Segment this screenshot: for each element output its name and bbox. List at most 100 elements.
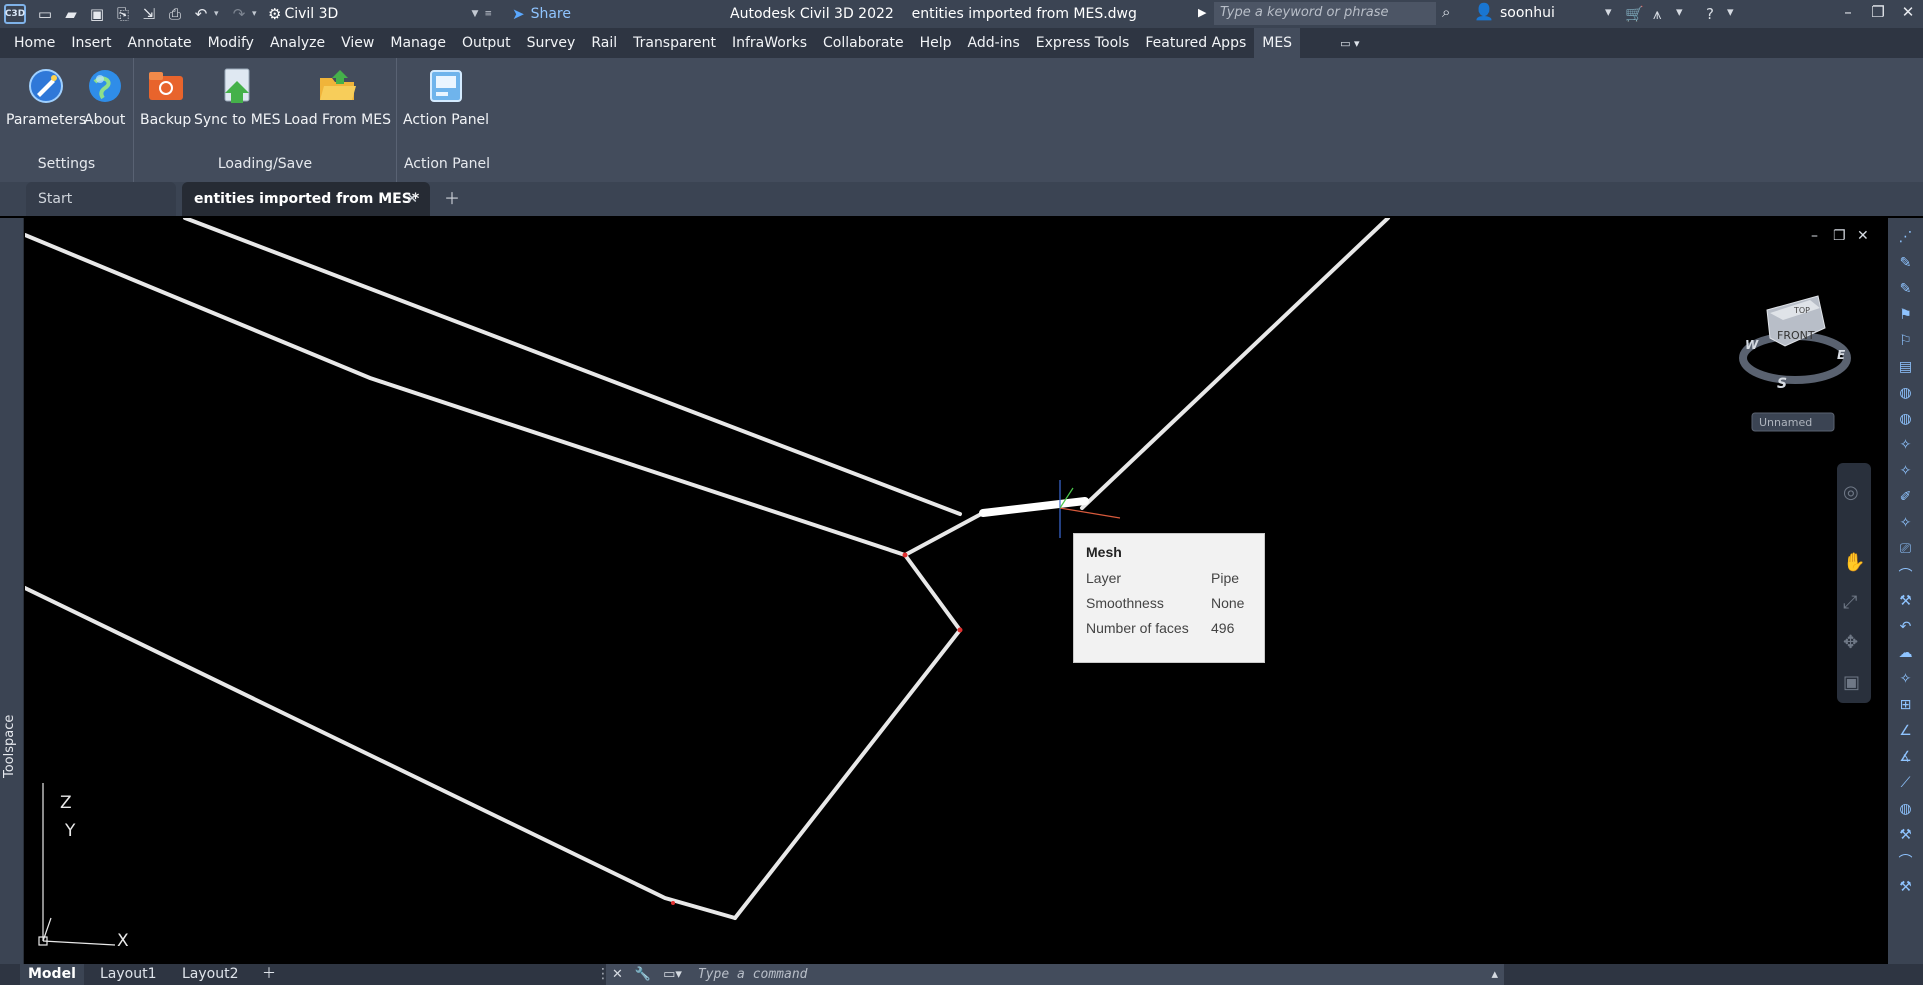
tab-output[interactable]: Output bbox=[454, 28, 519, 58]
chevron-down-icon[interactable]: ▾ bbox=[1676, 5, 1683, 20]
redo-icon[interactable]: ↷ bbox=[226, 3, 252, 25]
tab-transparent[interactable]: Transparent bbox=[625, 28, 724, 58]
cart-icon[interactable]: 🛒 bbox=[1625, 5, 1644, 23]
tool-icon[interactable]: ⋰ bbox=[1895, 224, 1917, 250]
pipe-segment[interactable] bbox=[1080, 218, 1390, 510]
viewport-close-icon[interactable]: ✕ bbox=[1857, 228, 1869, 244]
load-from-mes-button[interactable]: Load From MES bbox=[284, 66, 391, 128]
wrench-icon[interactable]: 🔧 bbox=[629, 967, 657, 982]
redo-dropdown-icon[interactable]: ▾ bbox=[252, 9, 264, 19]
tool-icon[interactable]: ⚒ bbox=[1895, 822, 1917, 848]
parameters-button[interactable]: Parameters bbox=[6, 66, 86, 128]
undo-icon[interactable]: ↶ bbox=[188, 3, 214, 25]
pipe-segment[interactable] bbox=[903, 553, 962, 632]
tab-layout1[interactable]: Layout1 bbox=[100, 964, 157, 985]
tab-add-ins[interactable]: Add-ins bbox=[960, 28, 1028, 58]
pan-icon[interactable]: ✋ bbox=[1843, 551, 1865, 573]
save-icon[interactable]: ▣ bbox=[84, 3, 110, 25]
tab-start[interactable]: Start bbox=[26, 182, 176, 216]
zoom-icon[interactable]: ⤢ bbox=[1843, 592, 1858, 613]
chevron-down-icon[interactable]: ▾ bbox=[1605, 5, 1612, 20]
tab-manage[interactable]: Manage bbox=[382, 28, 454, 58]
share-button[interactable]: ➤ Share bbox=[512, 5, 571, 23]
tab-view[interactable]: View bbox=[333, 28, 382, 58]
cloud-icon[interactable]: ☁ bbox=[1895, 640, 1917, 666]
grid-icon[interactable]: ⊞ bbox=[1895, 692, 1917, 718]
command-input[interactable]: Type a command bbox=[688, 967, 1486, 982]
help-icon[interactable]: ? bbox=[1706, 5, 1714, 23]
tab-analyze[interactable]: Analyze bbox=[262, 28, 333, 58]
curve-icon[interactable]: ⌒ bbox=[1895, 848, 1917, 874]
pipe-segment[interactable] bbox=[25, 233, 907, 557]
viewport-minimize-icon[interactable]: – bbox=[1811, 228, 1818, 244]
viewport-restore-icon[interactable]: ❐ bbox=[1833, 228, 1846, 244]
globe-icon[interactable]: ◍ bbox=[1895, 406, 1917, 432]
edit-icon[interactable]: ✐ bbox=[1895, 484, 1917, 510]
export-icon[interactable]: ⇲ bbox=[136, 3, 162, 25]
backup-button[interactable]: Backup bbox=[140, 66, 191, 128]
qat-customize-icon[interactable]: ≡ bbox=[484, 9, 492, 19]
showmotion-icon[interactable]: ▣ bbox=[1843, 672, 1860, 693]
steering-wheel-icon[interactable]: ◎ bbox=[1843, 482, 1859, 503]
close-icon[interactable]: ✕ bbox=[1896, 3, 1920, 21]
viewcube-top-label[interactable]: TOP bbox=[1793, 306, 1810, 315]
open-file-icon[interactable]: ▰ bbox=[58, 3, 84, 25]
pipe-segment[interactable] bbox=[183, 218, 962, 516]
ribbon-minimize-toggle[interactable]: ▭ ▾ bbox=[1340, 37, 1359, 50]
camera-icon[interactable]: ⎚ bbox=[1895, 536, 1917, 562]
tab-model[interactable]: Model bbox=[20, 964, 84, 985]
action-panel-button[interactable]: Action Panel bbox=[403, 66, 489, 128]
pipe-segment[interactable] bbox=[25, 586, 737, 920]
search-icon[interactable]: ⌕ bbox=[1442, 3, 1450, 21]
line-icon[interactable]: ⟋ bbox=[1895, 770, 1917, 796]
user-icon[interactable]: 👤 bbox=[1474, 2, 1494, 21]
viewcube[interactable]: TOP FRONT W E S bbox=[1739, 295, 1851, 392]
tab-annotate[interactable]: Annotate bbox=[120, 28, 200, 58]
tool-icon[interactable]: ⚒ bbox=[1895, 588, 1917, 614]
marker-icon[interactable]: ⚑ bbox=[1895, 302, 1917, 328]
user-name[interactable]: soonhui bbox=[1500, 5, 1555, 21]
tab-layout2[interactable]: Layout2 bbox=[182, 964, 239, 985]
chevron-down-icon[interactable]: ▾ bbox=[1727, 5, 1734, 20]
tab-home[interactable]: Home bbox=[6, 28, 63, 58]
help-search-input[interactable]: Type a keyword or phrase bbox=[1214, 2, 1436, 25]
tab-modify[interactable]: Modify bbox=[200, 28, 262, 58]
pencil-icon[interactable]: ✎ bbox=[1895, 276, 1917, 302]
print-icon[interactable]: ⎙ bbox=[162, 3, 188, 25]
document-icon[interactable]: ▤ bbox=[1895, 354, 1917, 380]
angle-icon[interactable]: ∡ bbox=[1895, 744, 1917, 770]
toolspace-palette[interactable]: Toolspace bbox=[0, 218, 24, 964]
curve-icon[interactable]: ⌒ bbox=[1895, 562, 1917, 588]
orbit-icon[interactable]: ✥ bbox=[1843, 632, 1858, 653]
sync-to-mes-button[interactable]: Sync to MES bbox=[194, 66, 281, 128]
point-icon[interactable]: ✧ bbox=[1895, 432, 1917, 458]
tab-featured-apps[interactable]: Featured Apps bbox=[1137, 28, 1254, 58]
minimize-icon[interactable]: – bbox=[1836, 3, 1860, 21]
pipe-segment[interactable] bbox=[733, 628, 962, 920]
workspace-selector[interactable]: ⚙ Civil 3D ▼ ≡ bbox=[268, 3, 498, 25]
tab-survey[interactable]: Survey bbox=[519, 28, 584, 58]
pipe-segment[interactable] bbox=[903, 511, 985, 557]
close-icon[interactable]: ✕ bbox=[406, 182, 418, 216]
undo-icon[interactable]: ↶ bbox=[1895, 614, 1917, 640]
chevron-up-icon[interactable]: ▴ bbox=[1485, 967, 1504, 982]
app-menu-button[interactable]: C3D bbox=[4, 4, 26, 24]
tab-help[interactable]: Help bbox=[912, 28, 960, 58]
command-prompt-icon[interactable]: ▭▾ bbox=[657, 967, 688, 982]
point-icon[interactable]: ✧ bbox=[1895, 510, 1917, 536]
point-icon[interactable]: ✧ bbox=[1895, 458, 1917, 484]
point-icon[interactable]: ✧ bbox=[1895, 666, 1917, 692]
tab-mes[interactable]: MES bbox=[1254, 28, 1301, 58]
undo-dropdown-icon[interactable]: ▾ bbox=[214, 9, 226, 19]
tab-infraworks[interactable]: InfraWorks bbox=[724, 28, 815, 58]
command-line[interactable]: ✕ 🔧 ▭▾ Type a command ▴ bbox=[606, 964, 1504, 985]
tab-insert[interactable]: Insert bbox=[63, 28, 119, 58]
about-button[interactable]: About bbox=[84, 66, 125, 128]
save-as-icon[interactable]: ⎘ bbox=[110, 3, 136, 25]
add-layout-button[interactable]: ＋ bbox=[262, 964, 276, 985]
selected-mesh[interactable] bbox=[979, 497, 1089, 517]
tab-document[interactable]: entities imported from MES* ✕ bbox=[182, 182, 430, 216]
close-icon[interactable]: ✕ bbox=[606, 967, 629, 982]
flag-icon[interactable]: ⚐ bbox=[1895, 328, 1917, 354]
globe-icon[interactable]: ◍ bbox=[1895, 796, 1917, 822]
